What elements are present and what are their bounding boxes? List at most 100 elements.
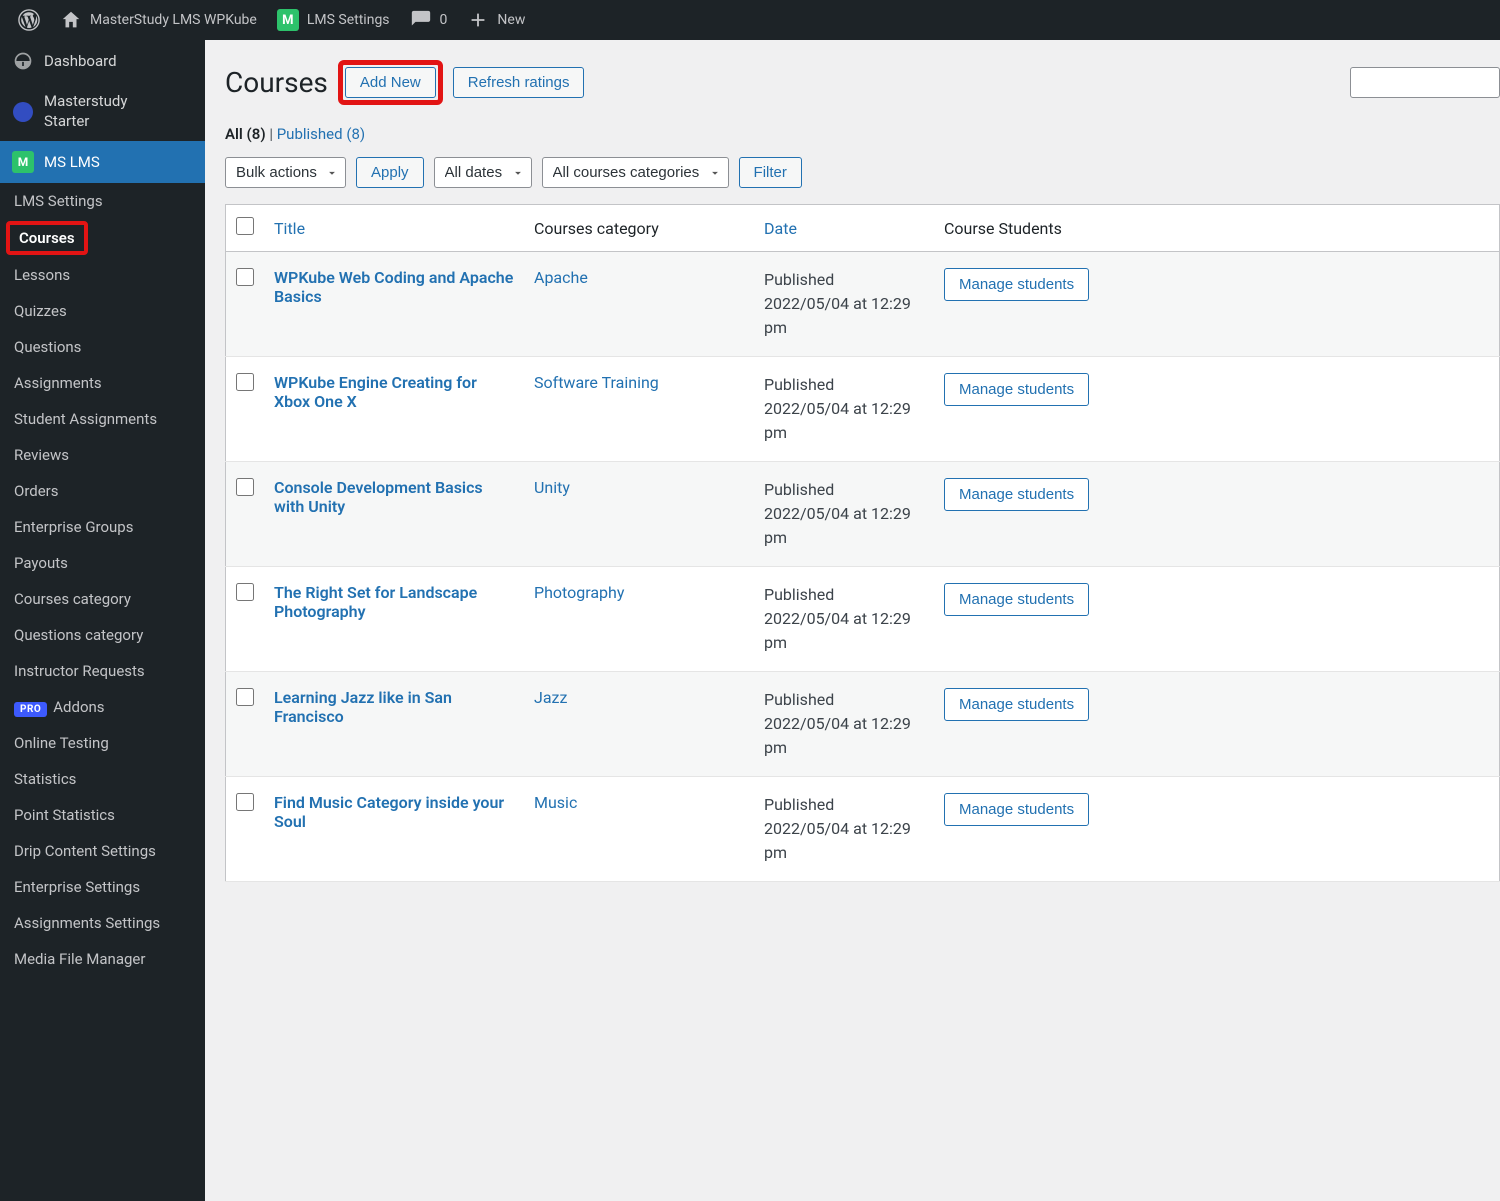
masterstudy-icon [12, 101, 34, 123]
select-all-checkbox[interactable] [236, 217, 254, 235]
table-row: WPKube Engine Creating for Xbox One X So… [226, 357, 1500, 462]
sidebar-sub-label: Student Assignments [14, 410, 157, 428]
comments-link[interactable]: 0 [400, 0, 458, 40]
sidebar-sub-media-file-manager[interactable]: Media File Manager [0, 941, 205, 977]
sidebar-sub-assignments-settings[interactable]: Assignments Settings [0, 905, 205, 941]
sidebar-sub-label: Assignments [14, 374, 102, 392]
refresh-ratings-button[interactable]: Refresh ratings [453, 67, 585, 98]
admin-bar: MasterStudy LMS WPKube M LMS Settings 0 … [0, 0, 1500, 40]
sidebar-sub-point-statistics[interactable]: Point Statistics [0, 797, 205, 833]
courses-table: Title Courses category Date Course Stude… [225, 204, 1500, 882]
sidebar-sub-questions[interactable]: Questions [0, 329, 205, 365]
search-input[interactable] [1350, 67, 1500, 98]
row-title-link[interactable]: WPKube Web Coding and Apache Basics [274, 268, 513, 306]
sidebar-sub-instructor-requests[interactable]: Instructor Requests [0, 653, 205, 689]
filter-button[interactable]: Filter [739, 157, 802, 188]
row-title-link[interactable]: Learning Jazz like in San Francisco [274, 688, 452, 726]
content-area: Courses Add New Refresh ratings All (8) … [205, 40, 1500, 1201]
sidebar-sub-assignments[interactable]: Assignments [0, 365, 205, 401]
sidebar-sub-enterprise-groups[interactable]: Enterprise Groups [0, 509, 205, 545]
row-checkbox[interactable] [236, 688, 254, 706]
wp-logo[interactable] [8, 0, 50, 40]
row-checkbox[interactable] [236, 478, 254, 496]
row-title-link[interactable]: WPKube Engine Creating for Xbox One X [274, 373, 477, 411]
comments-count: 0 [440, 12, 448, 28]
new-label: New [497, 12, 525, 28]
row-title-link[interactable]: Console Development Basics with Unity [274, 478, 483, 516]
row-date: Published2022/05/04 at 12:29 pm [754, 357, 934, 462]
row-date: Published2022/05/04 at 12:29 pm [754, 252, 934, 357]
sidebar-sub-label: Instructor Requests [14, 662, 145, 680]
sidebar-sub-courses[interactable]: Courses [6, 221, 88, 255]
home-icon [60, 9, 82, 31]
row-category-link[interactable]: Jazz [534, 688, 567, 707]
sidebar-sub-lessons[interactable]: Lessons [0, 257, 205, 293]
manage-students-button[interactable]: Manage students [944, 793, 1089, 826]
sidebar-sub-student-assignments[interactable]: Student Assignments [0, 401, 205, 437]
manage-students-button[interactable]: Manage students [944, 478, 1089, 511]
sidebar-sub-label: Online Testing [14, 734, 109, 752]
col-title[interactable]: Title [264, 205, 524, 252]
row-checkbox[interactable] [236, 583, 254, 601]
lms-badge-icon: M [277, 9, 299, 31]
sidebar-sub-quizzes[interactable]: Quizzes [0, 293, 205, 329]
row-category-link[interactable]: Unity [534, 478, 570, 497]
sidebar-sub-online-testing[interactable]: Online Testing [0, 725, 205, 761]
row-checkbox[interactable] [236, 793, 254, 811]
sidebar-item-masterstudy-starter[interactable]: Masterstudy Starter [0, 82, 205, 141]
manage-students-button[interactable]: Manage students [944, 583, 1089, 616]
row-category-link[interactable]: Music [534, 793, 577, 812]
manage-students-button[interactable]: Manage students [944, 688, 1089, 721]
status-sep: | [269, 125, 276, 143]
sidebar-sub-courses-category[interactable]: Courses category [0, 581, 205, 617]
add-new-button[interactable]: Add New [345, 67, 436, 98]
sidebar-item-dashboard[interactable]: Dashboard [0, 40, 205, 82]
new-link[interactable]: New [457, 0, 535, 40]
sidebar-sub-lms-settings[interactable]: LMS Settings [0, 183, 205, 219]
sidebar-sub-label: Questions [14, 338, 81, 356]
row-title-link[interactable]: Find Music Category inside your Soul [274, 793, 504, 831]
sidebar-sub-drip-content-settings[interactable]: Drip Content Settings [0, 833, 205, 869]
sidebar-sub-label: Enterprise Settings [14, 878, 140, 896]
manage-students-button[interactable]: Manage students [944, 268, 1089, 301]
sidebar-sub-label: Enterprise Groups [14, 518, 133, 536]
row-title-link[interactable]: The Right Set for Landscape Photography [274, 583, 477, 621]
apply-button[interactable]: Apply [356, 157, 424, 188]
table-row: The Right Set for Landscape Photography … [226, 567, 1500, 672]
site-name-label: MasterStudy LMS WPKube [90, 12, 257, 28]
row-date: Published2022/05/04 at 12:29 pm [754, 672, 934, 777]
table-row: WPKube Web Coding and Apache Basics Apac… [226, 252, 1500, 357]
sidebar-sub-label: Media File Manager [14, 950, 145, 968]
sidebar-sub-label: Drip Content Settings [14, 842, 156, 860]
sidebar-sub-label: Payouts [14, 554, 68, 572]
lms-settings-label: LMS Settings [307, 12, 390, 28]
sidebar-sub-orders[interactable]: Orders [0, 473, 205, 509]
status-all-label[interactable]: All [225, 125, 243, 143]
sidebar-sub-label: Assignments Settings [14, 914, 160, 932]
sidebar-sub-payouts[interactable]: Payouts [0, 545, 205, 581]
categories-select[interactable]: All courses categories [542, 157, 729, 188]
row-checkbox[interactable] [236, 373, 254, 391]
row-date: Published2022/05/04 at 12:29 pm [754, 462, 934, 567]
sidebar-sub-label: Addons [53, 698, 104, 716]
site-name-link[interactable]: MasterStudy LMS WPKube [50, 0, 267, 40]
pro-badge: PRO [14, 702, 47, 717]
row-category-link[interactable]: Apache [534, 268, 588, 287]
col-date[interactable]: Date [754, 205, 934, 252]
sidebar-item-ms-lms[interactable]: M MS LMS [0, 141, 205, 183]
dates-select[interactable]: All dates [434, 157, 532, 188]
row-checkbox[interactable] [236, 268, 254, 286]
sidebar-sub-questions-category[interactable]: Questions category [0, 617, 205, 653]
sidebar-sub-statistics[interactable]: Statistics [0, 761, 205, 797]
status-published-link[interactable]: Published (8) [277, 125, 365, 143]
add-new-highlight: Add New [338, 60, 443, 105]
manage-students-button[interactable]: Manage students [944, 373, 1089, 406]
sidebar-sub-enterprise-settings[interactable]: Enterprise Settings [0, 869, 205, 905]
sidebar-sub-addons[interactable]: PRO Addons [0, 689, 205, 725]
row-category-link[interactable]: Software Training [534, 373, 659, 392]
status-filter: All (8) | Published (8) [225, 125, 1500, 143]
row-category-link[interactable]: Photography [534, 583, 624, 602]
bulk-actions-select[interactable]: Bulk actions [225, 157, 346, 188]
lms-settings-link[interactable]: M LMS Settings [267, 0, 400, 40]
sidebar-sub-reviews[interactable]: Reviews [0, 437, 205, 473]
